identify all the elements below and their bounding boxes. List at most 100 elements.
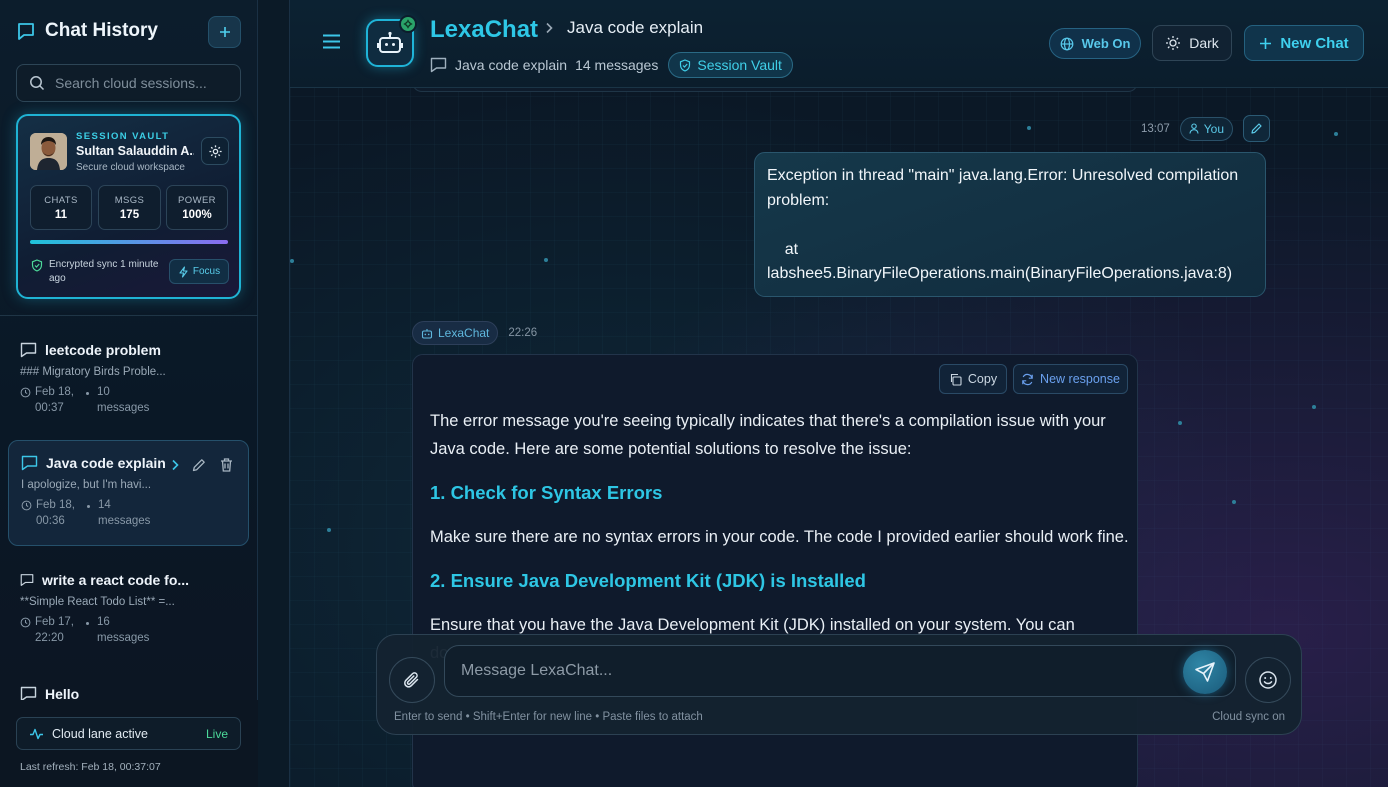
user-message-time: 13:07 (1141, 122, 1170, 135)
edit-icon[interactable] (191, 457, 207, 473)
focus-button[interactable]: Focus (169, 259, 229, 284)
power-bar (30, 240, 228, 244)
sync-status: Encrypted sync 1 minute ago (31, 258, 161, 286)
clock-icon (21, 500, 32, 511)
answer-paragraph: The error message you're seeing typicall… (430, 412, 1106, 458)
last-refresh: Last refresh: Feb 18, 00:37:07 (20, 761, 161, 773)
brand-title: LexaChat (430, 16, 539, 43)
chat-preview: **Simple React Todo List** =... (20, 596, 175, 608)
session-vault-badge: Session Vault (668, 52, 793, 78)
chat-date: Feb 17, 22:20 (35, 616, 74, 644)
sidebar-header: Chat History (16, 20, 158, 42)
new-chat-label: New Chat (1280, 34, 1349, 52)
settings-button[interactable] (201, 137, 229, 165)
live-badge: Live (205, 726, 228, 741)
answer-paragraph: Make sure there are no syntax errors in … (430, 528, 1129, 546)
emoji-button[interactable] (1245, 657, 1291, 703)
new-response-button[interactable]: New response (1013, 364, 1128, 394)
top-bar: LexaChat Java code explain Java code exp… (290, 0, 1388, 88)
search-icon (30, 76, 45, 91)
add-chat-button[interactable] (208, 16, 241, 48)
search-box (16, 64, 241, 102)
chat-item-active[interactable]: Java code explain I apologize, but I'm h… (8, 440, 249, 546)
plus-icon (1260, 37, 1272, 49)
chat-meta: Feb 18, 00:36 14 messages (21, 497, 158, 529)
stat-value: 175 (119, 209, 140, 221)
session-vault-card: SESSION VAULT Sultan Salauddin A... Secu… (16, 114, 241, 299)
chat-item[interactable]: Hello (8, 672, 249, 702)
edit-message-button[interactable] (1243, 115, 1271, 142)
theme-label: Dark (1189, 35, 1219, 51)
chat-title: Java code explain (46, 455, 166, 471)
shield-check-icon (31, 259, 43, 272)
chat-count: 10 messages (97, 386, 150, 414)
chat-title: leetcode problem (45, 342, 161, 358)
answer-heading: 2. Ensure Java Development Kit (JDK) is … (430, 570, 866, 591)
send-icon (1195, 662, 1215, 682)
chat-bubble-icon (430, 57, 447, 73)
stat-chats: CHATS 11 (30, 185, 92, 230)
you-label: You (1203, 121, 1225, 136)
message-count: 14 messages (575, 57, 659, 73)
stat-label: MSGS (114, 195, 145, 206)
robot-icon (421, 328, 433, 339)
chat-title: write a react code fo... (42, 572, 190, 588)
search-input[interactable] (55, 75, 225, 91)
user-icon (1189, 123, 1199, 134)
chat-bubble-icon (21, 455, 38, 471)
user-name: Sultan Salauddin A... (76, 144, 194, 158)
send-button[interactable] (1183, 650, 1227, 694)
web-toggle-button[interactable]: Web On (1049, 28, 1141, 59)
session-info: Java code explain 14 messages Session Va… (430, 52, 793, 78)
avatar (30, 133, 67, 170)
copy-label: Copy (967, 372, 998, 386)
pulse-icon (30, 728, 43, 739)
message-composer: Enter to send • Shift+Enter for new line… (376, 634, 1302, 735)
chat-bubble-icon (20, 574, 34, 586)
chat-meta: Feb 17, 22:20 16 messages (20, 614, 157, 646)
status-label: Cloud lane active (52, 726, 148, 741)
clock-icon (20, 387, 31, 398)
web-label: Web On (1081, 36, 1131, 51)
globe-icon (1060, 37, 1073, 50)
chat-item[interactable]: leetcode problem ### Migratory Birds Pro… (8, 328, 249, 434)
cloud-sync-status: Cloud sync on (1212, 711, 1285, 723)
vault-label: SESSION VAULT (76, 131, 170, 142)
vault-badge-label: Session Vault (697, 57, 782, 73)
copy-icon (950, 373, 962, 386)
sidebar-resize-rail[interactable] (258, 0, 290, 787)
menu-icon[interactable] (322, 33, 341, 50)
theme-toggle-button[interactable]: Dark (1152, 25, 1232, 61)
chevron-right-icon (546, 22, 553, 34)
user-message-meta: 13:07 You (1141, 115, 1271, 142)
chat-count: 16 messages (97, 616, 150, 644)
answer-heading: 1. Check for Syntax Errors (430, 482, 663, 503)
message-box (444, 645, 1236, 697)
smile-icon (1259, 671, 1277, 689)
message-input[interactable] (461, 662, 1161, 680)
new-response-label: New response (1040, 372, 1120, 386)
sidebar-title: Chat History (45, 20, 158, 41)
you-badge: You (1179, 116, 1234, 141)
copy-button[interactable]: Copy (939, 364, 1007, 394)
composer-hint: Enter to send • Shift+Enter for new line… (394, 711, 703, 723)
chat-date: Feb 18, 00:36 (36, 499, 75, 527)
chat-preview: ### Migratory Birds Proble... (20, 366, 166, 378)
power-bar-fill (30, 240, 228, 244)
stat-value: 100% (182, 209, 212, 221)
trash-icon[interactable] (219, 457, 234, 473)
stat-power: POWER 100% (166, 185, 228, 230)
chevron-right-icon[interactable] (171, 459, 179, 471)
attach-button[interactable] (389, 657, 435, 703)
chat-bubble-icon (18, 23, 34, 40)
stat-label: CHATS (44, 195, 78, 206)
shield-check-icon (680, 58, 691, 72)
user-message: Exception in thread "main" java.lang.Err… (754, 152, 1266, 297)
chat-item[interactable]: write a react code fo... **Simple React … (8, 558, 249, 664)
sync-text: Encrypted sync 1 minute ago (49, 259, 159, 284)
refresh-icon (1022, 373, 1033, 385)
new-chat-button[interactable]: New Chat (1244, 25, 1364, 61)
gear-icon (208, 144, 222, 158)
lexachat-badge: LexaChat (412, 321, 499, 345)
cloud-lane-status: Cloud lane active Live (16, 717, 241, 750)
